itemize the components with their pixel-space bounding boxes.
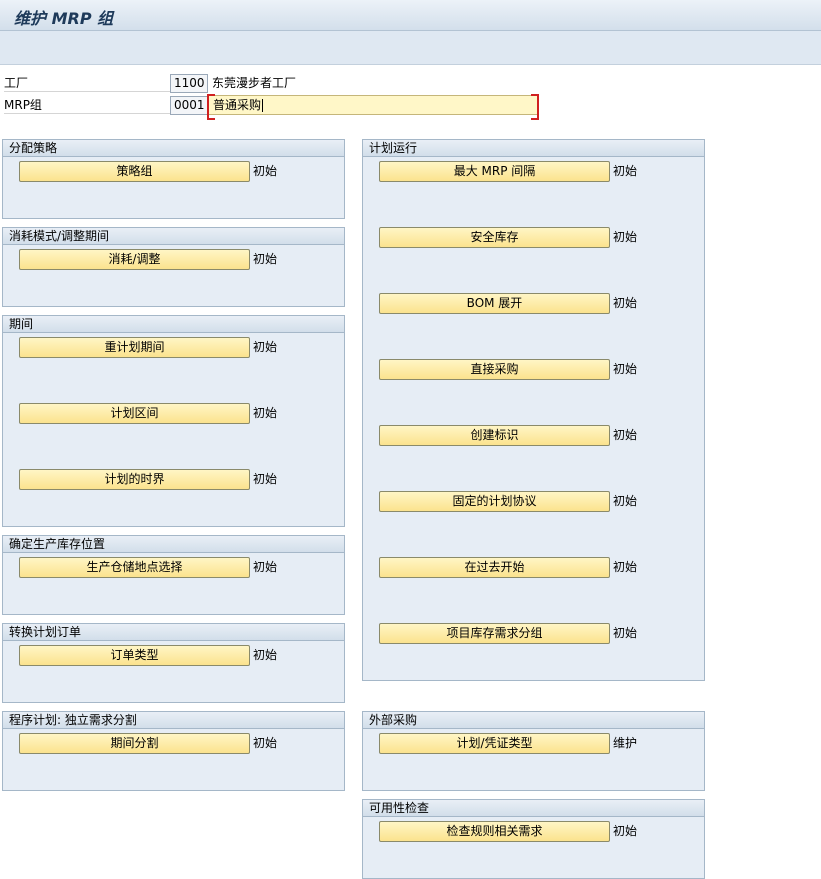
project-stock-grouping-button[interactable]: 项目库存需求分组 xyxy=(379,623,610,644)
panel-program-planning: 程序计划: 独立需求分割 期间分割 初始 xyxy=(2,711,345,791)
status-text: 初始 xyxy=(613,824,638,838)
status-text: 初始 xyxy=(253,560,278,574)
title-bar: 维护 MRP 组 xyxy=(0,0,821,31)
panel-title: 计划运行 xyxy=(363,140,704,157)
max-mrp-interval-button[interactable]: 最大 MRP 间隔 xyxy=(379,161,610,182)
application-toolbar xyxy=(0,31,821,65)
firmed-scheduling-agreement-button[interactable]: 固定的计划协议 xyxy=(379,491,610,512)
panel-title: 外部采购 xyxy=(363,712,704,729)
panel-title: 转换计划订单 xyxy=(3,624,344,641)
status-text: 初始 xyxy=(253,472,278,486)
status-text: 维护 xyxy=(613,736,638,750)
panel-convert-planned-order: 转换计划订单 订单类型 初始 xyxy=(2,623,345,703)
mrp-group-label: MRP组 xyxy=(4,96,172,114)
bom-explosion-button[interactable]: BOM 展开 xyxy=(379,293,610,314)
mrp-group-description-text: 普通采购 xyxy=(213,98,262,112)
status-text: 初始 xyxy=(613,560,638,574)
replanning-period-button[interactable]: 重计划期间 xyxy=(19,337,250,358)
status-text: 初始 xyxy=(253,736,278,750)
consumption-adjustment-button[interactable]: 消耗/调整 xyxy=(19,249,250,270)
panel-title: 消耗模式/调整期间 xyxy=(3,228,344,245)
panel-external-procurement: 外部采购 计划/凭证类型 维护 xyxy=(362,711,705,791)
status-text: 初始 xyxy=(613,164,638,178)
status-text: 初始 xyxy=(253,252,278,266)
panel-title: 确定生产库存位置 xyxy=(3,536,344,553)
panel-title: 程序计划: 独立需求分割 xyxy=(3,712,344,729)
status-text: 初始 xyxy=(613,362,638,376)
status-text: 初始 xyxy=(253,648,278,662)
status-text: 初始 xyxy=(613,296,638,310)
panel-title: 分配策略 xyxy=(3,140,344,157)
panel-allocation-strategy: 分配策略 策略组 初始 xyxy=(2,139,345,219)
safety-stock-button[interactable]: 安全库存 xyxy=(379,227,610,248)
status-text: 初始 xyxy=(253,164,278,178)
strategy-group-button[interactable]: 策略组 xyxy=(19,161,250,182)
panel-consumption-mode: 消耗模式/调整期间 消耗/调整 初始 xyxy=(2,227,345,307)
production-storage-selection-button[interactable]: 生产仓储地点选择 xyxy=(19,557,250,578)
planning-time-fence-button[interactable]: 计划的时界 xyxy=(19,469,250,490)
panel-title: 可用性检查 xyxy=(363,800,704,817)
mrp-group-description-input[interactable]: 普通采购 xyxy=(207,94,539,120)
status-text: 初始 xyxy=(253,340,278,354)
plant-field[interactable]: 1100 xyxy=(170,74,208,93)
checking-rule-dependent-requirements-button[interactable]: 检查规则相关需求 xyxy=(379,821,610,842)
period-split-button[interactable]: 期间分割 xyxy=(19,733,250,754)
order-type-button[interactable]: 订单类型 xyxy=(19,645,250,666)
plant-label: 工厂 xyxy=(4,74,172,92)
text-cursor xyxy=(262,99,264,112)
panel-production-storage: 确定生产库存位置 生产仓储地点选择 初始 xyxy=(2,535,345,615)
start-in-past-button[interactable]: 在过去开始 xyxy=(379,557,610,578)
status-text: 初始 xyxy=(613,626,638,640)
plant-description: 东莞漫步者工厂 xyxy=(212,76,297,90)
page-title: 维护 MRP 组 xyxy=(14,9,114,28)
status-text: 初始 xyxy=(613,494,638,508)
panel-planning-run: 计划运行 最大 MRP 间隔 初始 安全库存 初始 BOM 展开 初始 直接采购… xyxy=(362,139,705,681)
status-text: 初始 xyxy=(253,406,278,420)
planning-horizon-button[interactable]: 计划区间 xyxy=(19,403,250,424)
direct-procurement-button[interactable]: 直接采购 xyxy=(379,359,610,380)
creation-indicator-button[interactable]: 创建标识 xyxy=(379,425,610,446)
panel-availability-check: 可用性检查 检查规则相关需求 初始 xyxy=(362,799,705,879)
panel-title: 期间 xyxy=(3,316,344,333)
plan-document-type-button[interactable]: 计划/凭证类型 xyxy=(379,733,610,754)
status-text: 初始 xyxy=(613,428,638,442)
status-text: 初始 xyxy=(613,230,638,244)
mrp-group-field[interactable]: 0001 xyxy=(170,96,208,115)
panel-period: 期间 重计划期间 初始 计划区间 初始 计划的时界 初始 xyxy=(2,315,345,527)
